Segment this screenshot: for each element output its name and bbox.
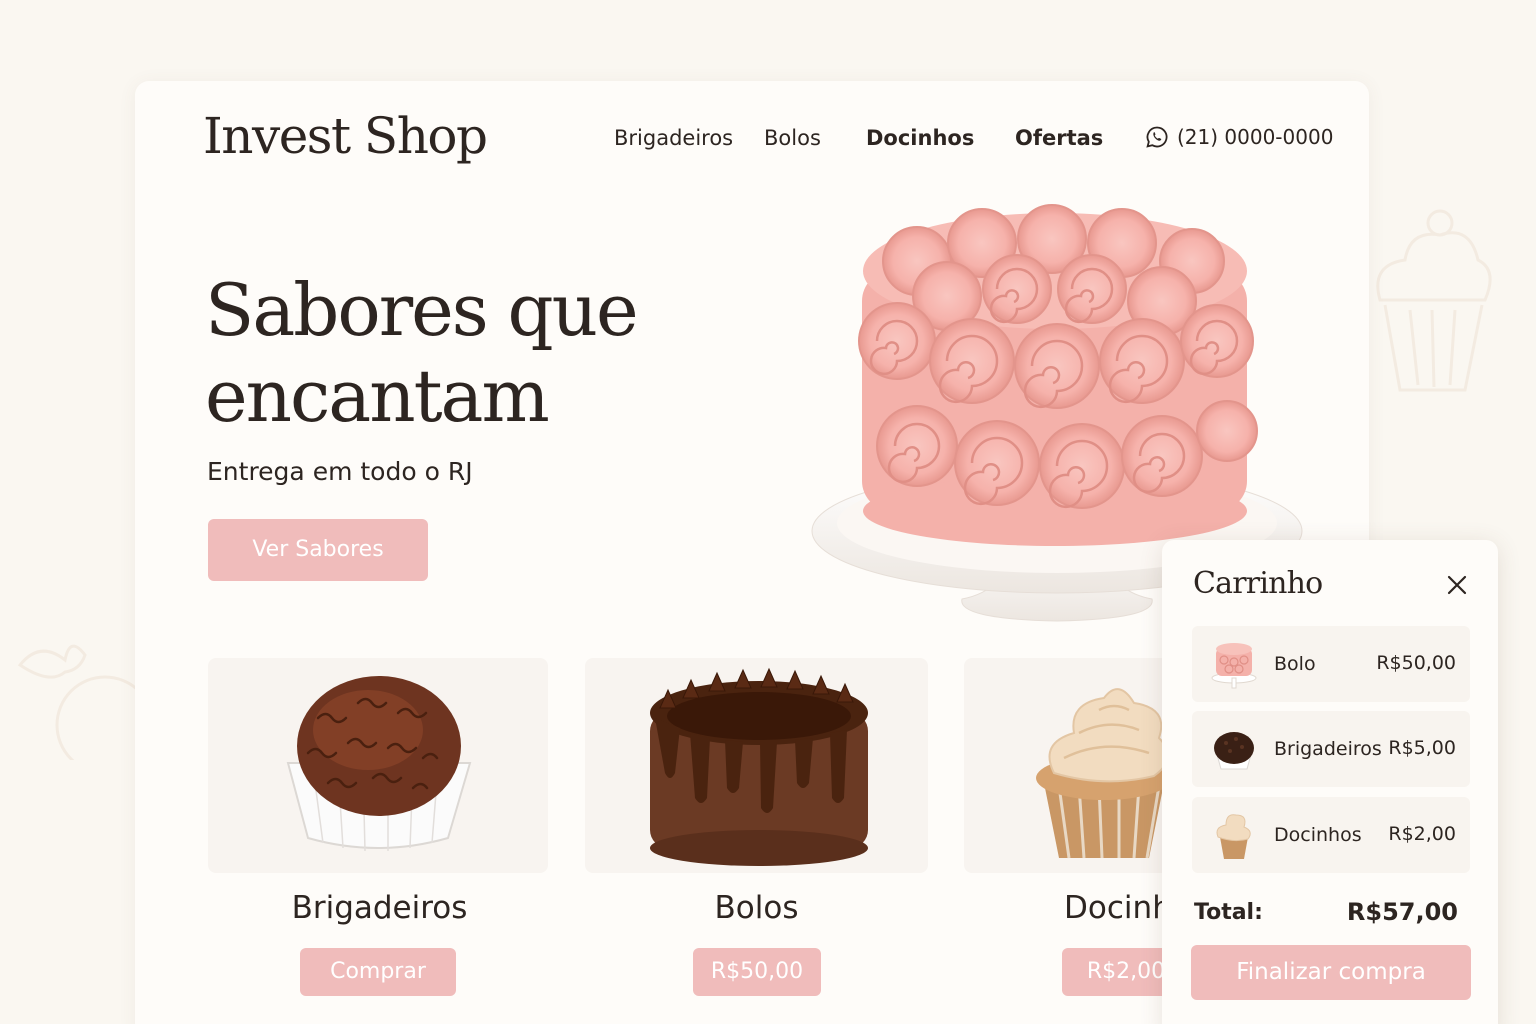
phone-number: (21) 0000-0000 [1177, 125, 1334, 149]
cart-item-docinhos[interactable]: Docinhos R$2,00 [1192, 797, 1470, 873]
bolos-price-button[interactable]: R$50,00 [693, 948, 821, 996]
cart-item-name: Bolo [1274, 653, 1316, 675]
cart-item-name: Brigadeiros [1274, 738, 1382, 760]
comprar-button[interactable]: Comprar [300, 948, 456, 996]
hero-title-line2: encantam [205, 354, 550, 438]
product-title-brigadeiros: Brigadeiros [291, 890, 468, 926]
brand-logo[interactable]: Invest Shop [203, 107, 488, 165]
cupcake-outline-icon [1376, 209, 1492, 392]
strawberry-outline-icon [17, 644, 140, 760]
hero-title: Sabores que encantam [205, 267, 639, 439]
total-label: Total: [1194, 900, 1263, 925]
nav-bolos[interactable]: Bolos [764, 126, 821, 150]
brigadeiro-thumbnail [1214, 732, 1254, 770]
product-card-bolos[interactable] [585, 658, 928, 873]
brigadeiro-image [286, 676, 472, 852]
ver-sabores-button[interactable]: Ver Sabores [208, 519, 428, 581]
cart-item-name: Docinhos [1274, 824, 1362, 846]
cart-panel: Carrinho Bolo R$50,00 Brigadeiros R$5,00… [1162, 540, 1498, 1024]
cart-item-brigadeiros[interactable]: Brigadeiros R$5,00 [1192, 711, 1470, 787]
nav-brigadeiros[interactable]: Brigadeiros [614, 126, 733, 150]
cart-title: Carrinho [1193, 566, 1323, 601]
cart-item-price: R$2,00 [1388, 823, 1456, 845]
nav-docinhos[interactable]: Docinhos [866, 126, 974, 150]
total-value: R$57,00 [1346, 898, 1458, 926]
phone-contact[interactable]: (21) 0000-0000 [1145, 125, 1333, 149]
cart-item-price: R$50,00 [1376, 652, 1456, 674]
nav-ofertas[interactable]: Ofertas [1015, 126, 1103, 150]
cupcake-thumbnail [1216, 814, 1251, 859]
whatsapp-icon [1146, 126, 1168, 148]
product-card-brigadeiros[interactable] [208, 658, 548, 873]
chocolate-cake-image [650, 667, 868, 866]
hero-subtitle: Entrega em todo o RJ [207, 457, 473, 486]
product-title-bolos: Bolos [714, 890, 799, 926]
bolo-thumbnail [1211, 643, 1257, 689]
cart-item-price: R$5,00 [1388, 737, 1456, 759]
finalizar-compra-button[interactable]: Finalizar compra [1191, 945, 1471, 1000]
cart-item-bolo[interactable]: Bolo R$50,00 [1192, 626, 1470, 702]
close-icon[interactable] [1444, 572, 1470, 598]
hero-title-line1: Sabores que [205, 268, 639, 352]
